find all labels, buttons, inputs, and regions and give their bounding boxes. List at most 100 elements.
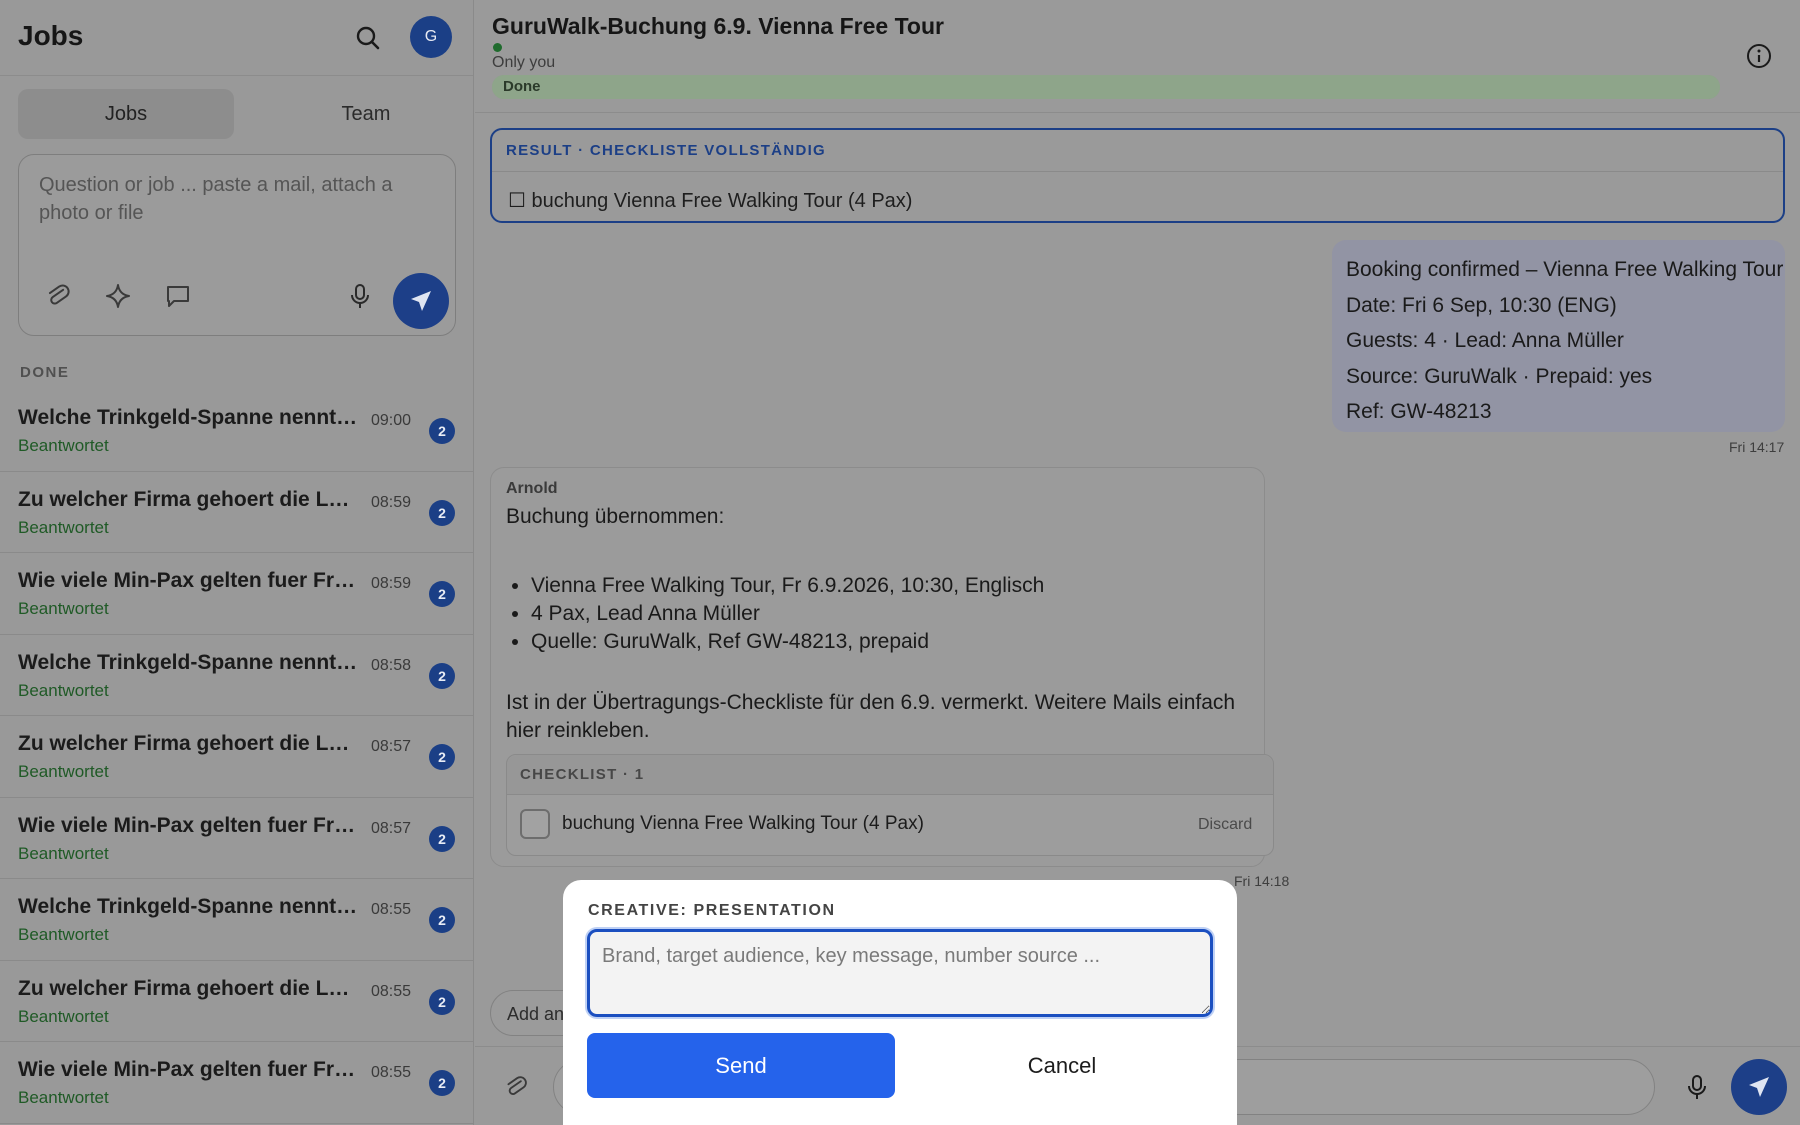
message-line: Source: GuruWalk · Prepaid: yes bbox=[1346, 364, 1653, 388]
info-icon[interactable] bbox=[1745, 42, 1773, 70]
job-title: Welche Trinkgeld-Spanne nennt ... bbox=[18, 406, 358, 429]
job-time: 08:55 bbox=[371, 901, 412, 918]
result-card: RESULT · CHECKLISTE VOLLSTÄNDIG ☐ buchun… bbox=[490, 128, 1785, 223]
tab-team[interactable]: Team bbox=[258, 89, 474, 139]
brief-input[interactable] bbox=[587, 929, 1213, 1017]
tab-jobs[interactable]: Jobs bbox=[18, 89, 234, 139]
divider bbox=[492, 171, 1783, 172]
sidebar-header: Jobs G bbox=[0, 0, 473, 76]
message-line: Guests: 4 · Lead: Anna Müller bbox=[1346, 329, 1624, 352]
cancel-button[interactable]: Cancel bbox=[911, 1033, 1213, 1098]
job-list: Welche Trinkgeld-Spanne nennt ... 09:00 … bbox=[0, 390, 474, 1124]
job-composer[interactable]: Question or job ... paste a mail, attach… bbox=[18, 154, 456, 336]
result-label: RESULT · CHECKLISTE VOLLSTÄNDIG bbox=[506, 142, 827, 159]
progress-bar: Done bbox=[492, 75, 1720, 99]
dialog-label: CREATIVE: PRESENTATION bbox=[588, 902, 836, 919]
paperclip-icon[interactable] bbox=[43, 281, 73, 311]
job-count-badge: 2 bbox=[429, 988, 455, 1015]
job-count-badge: 2 bbox=[429, 662, 455, 689]
message-bullet: 4 Pax, Lead Anna Müller bbox=[531, 600, 1044, 628]
job-status: Beantwortet bbox=[18, 1006, 109, 1026]
search-icon[interactable] bbox=[352, 22, 384, 54]
app-title: Jobs bbox=[18, 20, 84, 51]
message-timestamp: Fri 14:18 bbox=[1234, 873, 1290, 889]
job-time: 08:57 bbox=[371, 819, 412, 837]
job-status: Beantwortet bbox=[18, 680, 109, 700]
microphone-icon[interactable] bbox=[345, 281, 375, 311]
message-intro: Buchung übernommen: bbox=[506, 505, 725, 528]
job-count-badge: 2 bbox=[429, 581, 455, 607]
discard-button[interactable]: Discard bbox=[1198, 816, 1252, 834]
creative-presentation-dialog: CREATIVE: PRESENTATION Send Cancel bbox=[563, 880, 1237, 1125]
progress-label: Done bbox=[503, 78, 541, 95]
job-title: Wie viele Min-Pax gelten fuer Fre... bbox=[18, 1058, 358, 1081]
job-list-item[interactable]: Wie viele Min-Pax gelten fuer Fre... 08:… bbox=[0, 1042, 474, 1124]
job-title: Welche Trinkgeld-Spanne nennt ... bbox=[18, 895, 358, 918]
job-list-item[interactable]: Zu welcher Firma gehoert die Lea... 08:5… bbox=[0, 961, 474, 1042]
avatar[interactable]: G bbox=[410, 16, 452, 58]
send-button[interactable]: Send bbox=[587, 1033, 895, 1098]
job-list-item[interactable]: Welche Trinkgeld-Spanne nennt ... 09:00 … bbox=[0, 390, 474, 472]
sparkle-icon[interactable] bbox=[103, 281, 133, 311]
visibility-label: Only you bbox=[492, 54, 556, 71]
incoming-message: Arnold Buchung übernommen: Vienna Free W… bbox=[490, 467, 1274, 867]
chip-label: Add an bbox=[507, 1004, 565, 1024]
job-title: Zu welcher Firma gehoert die Lea... bbox=[18, 487, 358, 511]
checklist-card: CHECKLIST · 1 buchung Vienna Free Walkin… bbox=[506, 754, 1274, 856]
job-title: Wie viele Min-Pax gelten fuer Fre... bbox=[18, 569, 358, 592]
message-bullets: Vienna Free Walking Tour, Fr 6.9.2026, 1… bbox=[531, 572, 1044, 656]
job-status: Beantwortet bbox=[18, 843, 109, 863]
checklist-item-label: buchung Vienna Free Walking Tour (4 Pax) bbox=[562, 813, 924, 834]
status-dot bbox=[493, 43, 502, 52]
progress-fill bbox=[492, 75, 1720, 99]
job-time: 08:57 bbox=[371, 738, 412, 755]
job-time: 08:55 bbox=[371, 982, 412, 1000]
job-count-badge: 2 bbox=[429, 825, 455, 852]
chat-title: GuruWalk-Buchung 6.9. Vienna Free Tour bbox=[492, 13, 944, 39]
send-icon bbox=[411, 291, 431, 311]
job-status: Beantwortet bbox=[18, 1088, 109, 1107]
message-bullet: Vienna Free Walking Tour, Fr 6.9.2026, 1… bbox=[531, 572, 1044, 600]
chat-icon[interactable] bbox=[163, 281, 193, 311]
message-bullet: Quelle: GuruWalk, Ref GW-48213, prepaid bbox=[531, 628, 1044, 656]
job-list-item[interactable]: Zu welcher Firma gehoert die Lea... 08:5… bbox=[0, 716, 474, 798]
sidebar-tabs: Jobs Team bbox=[18, 89, 456, 139]
checklist-header: CHECKLIST · 1 bbox=[507, 755, 1273, 795]
job-status: Beantwortet bbox=[18, 762, 109, 781]
job-time: 09:00 bbox=[371, 412, 412, 429]
message-timestamp: Fri 14:17 bbox=[1729, 439, 1785, 455]
checklist-checkbox[interactable] bbox=[520, 809, 550, 839]
job-status: Beantwortet bbox=[18, 925, 109, 944]
message-sender: Arnold bbox=[506, 480, 558, 497]
job-list-item[interactable]: Welche Trinkgeld-Spanne nennt ... 08:55 … bbox=[0, 879, 474, 961]
message-line: Booking confirmed – Vienna Free Walking … bbox=[1346, 258, 1784, 281]
job-count-badge: 2 bbox=[429, 418, 455, 444]
job-time: 08:59 bbox=[371, 575, 412, 592]
job-list-item[interactable]: Zu welcher Firma gehoert die Lea... 08:5… bbox=[0, 472, 474, 553]
composer-send-button[interactable] bbox=[393, 273, 449, 329]
message-line: Ref: GW-48213 bbox=[1346, 400, 1492, 423]
checklist-header-label: CHECKLIST · 1 bbox=[520, 766, 645, 783]
result-checklist-item: ☐ buchung Vienna Free Walking Tour (4 Pa… bbox=[508, 190, 913, 212]
section-label-done: DONE bbox=[20, 364, 70, 381]
message-outro: Ist in der Übertragungs-Checkliste für d… bbox=[506, 691, 1236, 742]
job-status: Beantwortet bbox=[18, 436, 109, 455]
job-title: Zu welcher Firma gehoert die Lea... bbox=[18, 732, 358, 755]
send-button[interactable] bbox=[1731, 1059, 1787, 1115]
job-status: Beantwortet bbox=[18, 517, 109, 537]
microphone-icon[interactable] bbox=[1682, 1071, 1712, 1103]
job-title: Zu welcher Firma gehoert die Lea... bbox=[18, 976, 358, 1000]
job-title: Wie viele Min-Pax gelten fuer Fre... bbox=[18, 813, 358, 837]
composer-placeholder[interactable]: Question or job ... paste a mail, attach… bbox=[39, 171, 419, 227]
job-count-badge: 2 bbox=[429, 499, 455, 526]
job-status: Beantwortet bbox=[18, 599, 109, 618]
send-icon bbox=[1749, 1077, 1769, 1097]
job-title: Welche Trinkgeld-Spanne nennt ... bbox=[18, 650, 358, 674]
job-list-item[interactable]: Wie viele Min-Pax gelten fuer Fre... 08:… bbox=[0, 798, 474, 879]
job-count-badge: 2 bbox=[429, 1070, 455, 1096]
job-list-item[interactable]: Welche Trinkgeld-Spanne nennt ... 08:58 … bbox=[0, 635, 474, 716]
outgoing-message: Booking confirmed – Vienna Free Walking … bbox=[1332, 240, 1785, 432]
message-line: Date: Fri 6 Sep, 10:30 (ENG) bbox=[1346, 293, 1617, 317]
paperclip-icon[interactable] bbox=[502, 1073, 530, 1101]
job-list-item[interactable]: Wie viele Min-Pax gelten fuer Fre... 08:… bbox=[0, 553, 474, 635]
